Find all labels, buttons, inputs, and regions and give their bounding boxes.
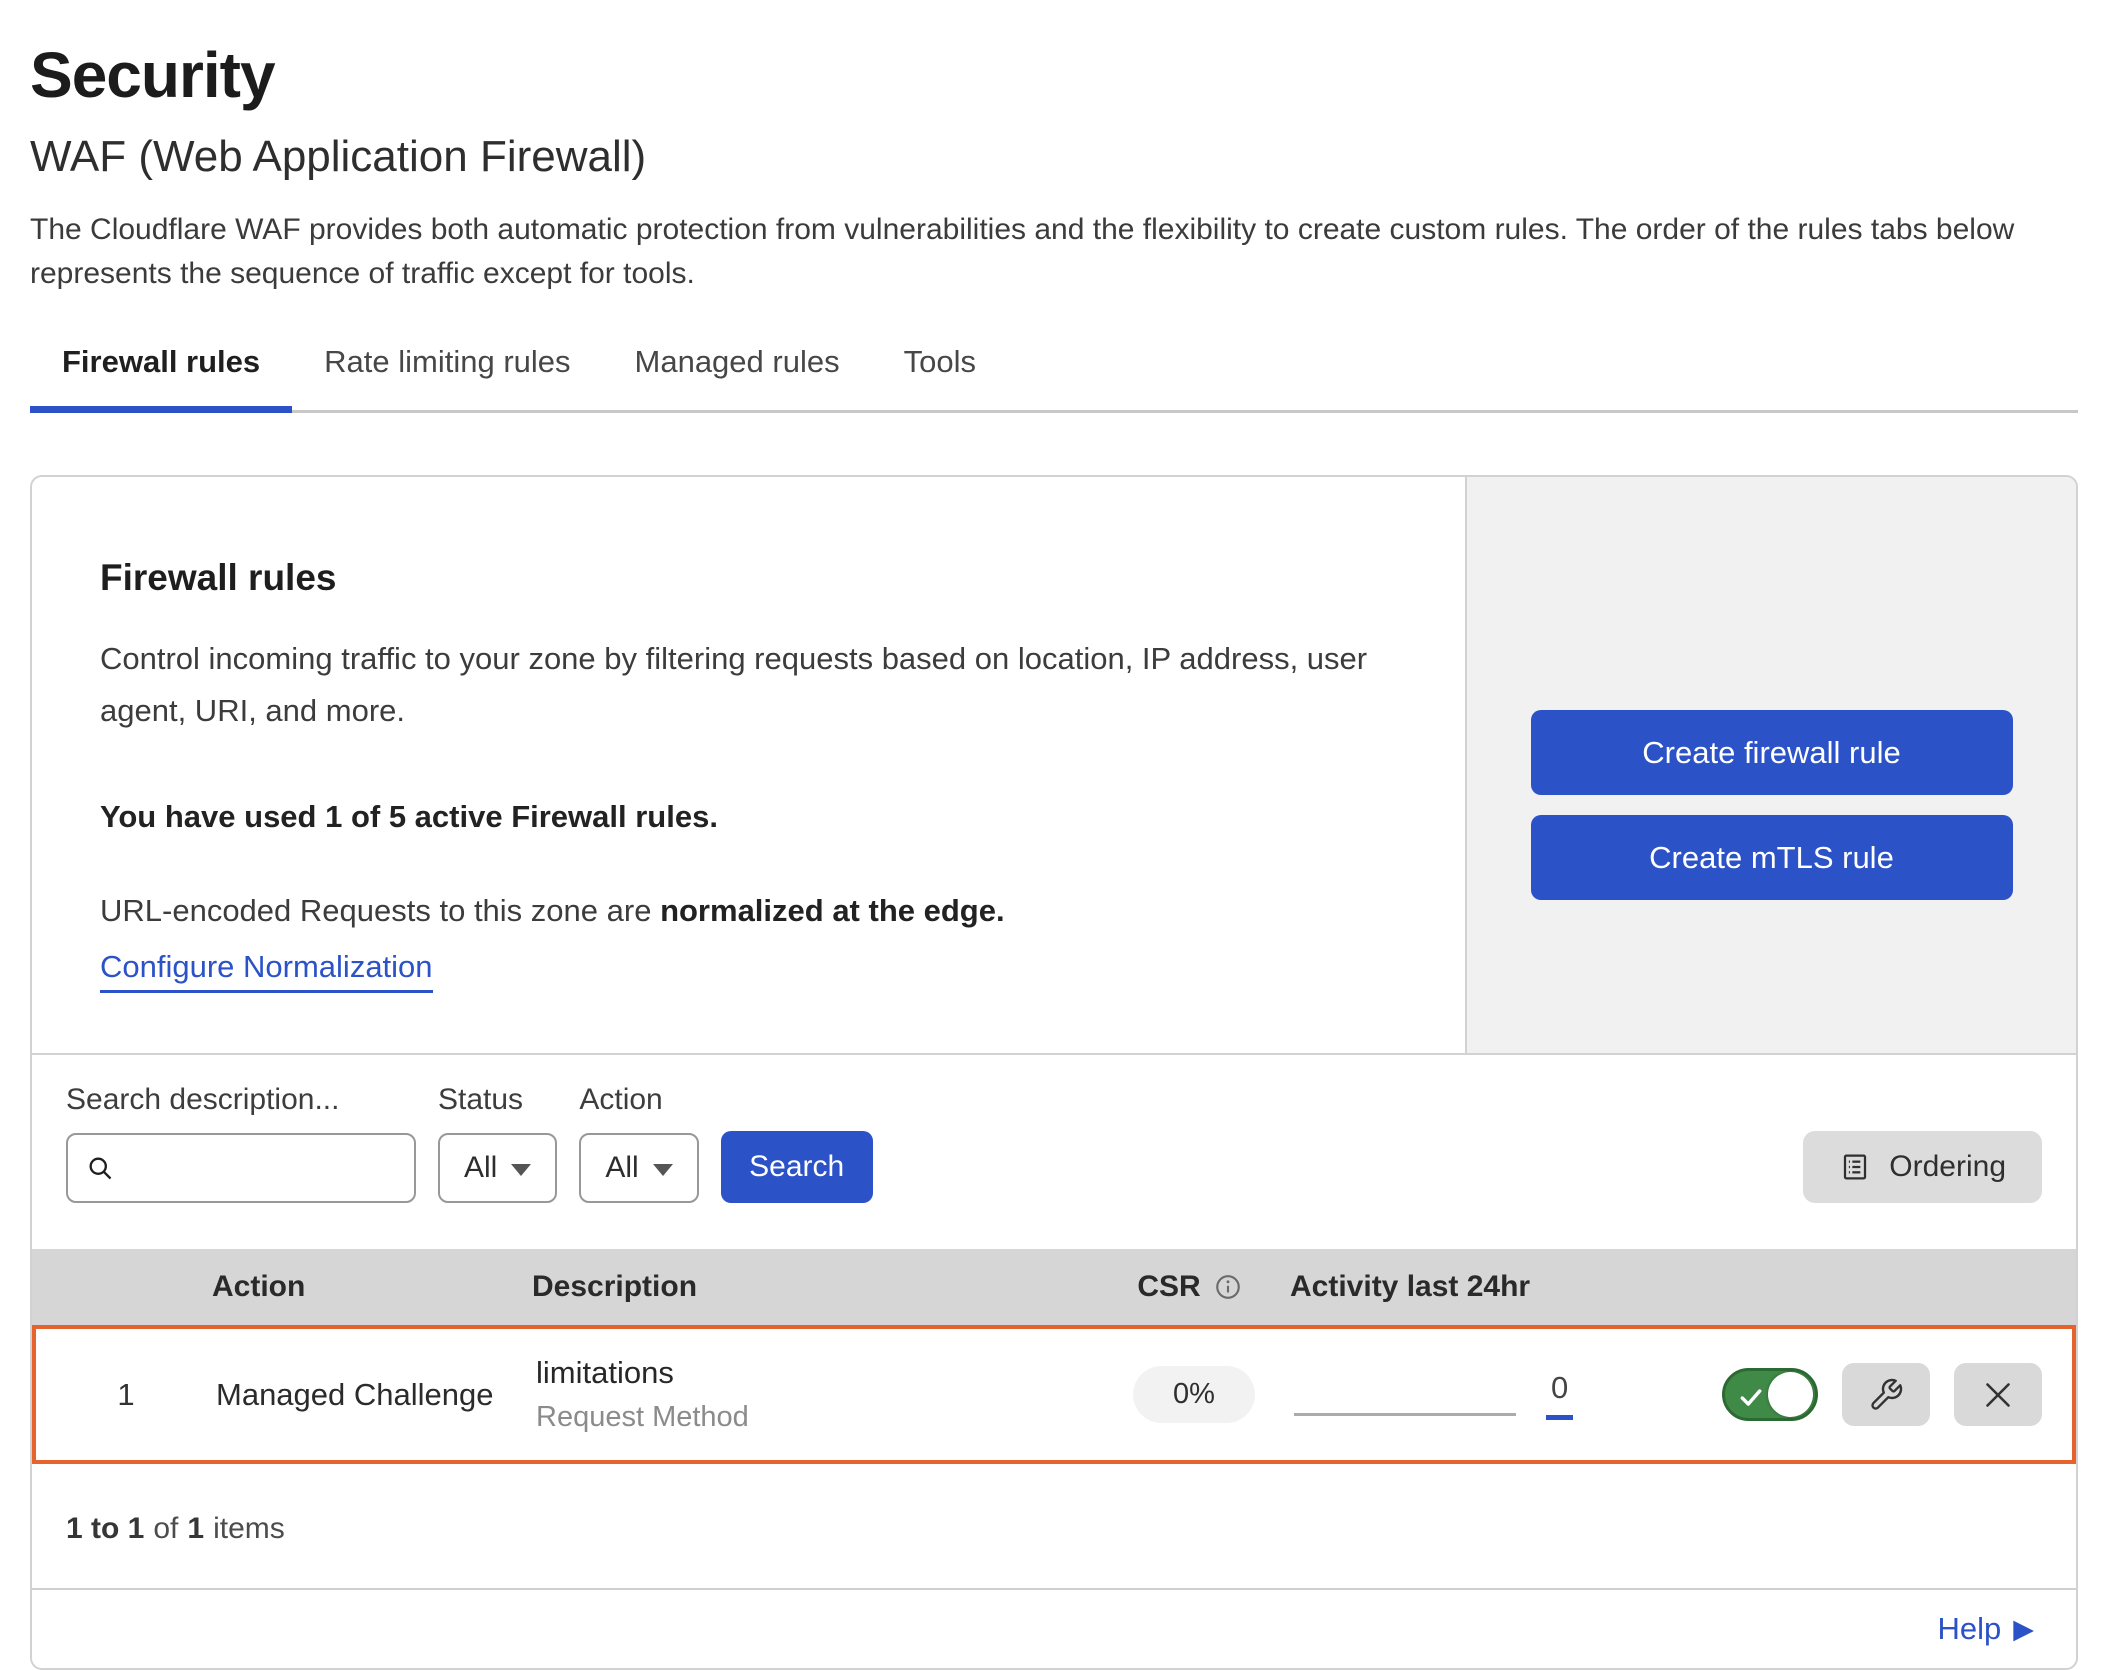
edit-rule-button[interactable] [1842, 1363, 1930, 1426]
wrench-icon [1868, 1377, 1904, 1413]
chevron-down-icon [511, 1164, 531, 1176]
csr-badge: 0% [1133, 1366, 1255, 1423]
rule-action: Managed Challenge [216, 1377, 536, 1413]
normalization-note: URL-encoded Requests to this zone are no… [100, 893, 1401, 929]
items-word: items [213, 1512, 285, 1545]
help-row: Help ▶ [32, 1588, 2076, 1668]
rule-priority: 1 [36, 1377, 216, 1413]
firewall-rules-info: Firewall rules Control incoming traffic … [32, 477, 1465, 1053]
rule-enabled-toggle[interactable] [1722, 1368, 1818, 1421]
status-field: Status All [438, 1083, 557, 1203]
create-firewall-rule-button[interactable]: Create firewall rule [1531, 710, 2013, 795]
ordering-button[interactable]: Ordering [1803, 1131, 2042, 1203]
panel-description: Control incoming traffic to your zone by… [100, 633, 1401, 737]
column-header-activity: Activity last 24hr [1290, 1270, 1670, 1304]
action-label: Action [579, 1083, 698, 1117]
rule-controls [1674, 1363, 2072, 1426]
items-range: 1 to 1 [66, 1512, 144, 1545]
column-header-description: Description [532, 1270, 1090, 1304]
chevron-down-icon [653, 1164, 673, 1176]
normalization-bold: normalized at the edge. [660, 893, 1005, 928]
activity-sparkline [1294, 1413, 1516, 1416]
items-total: 1 [187, 1512, 204, 1545]
rule-activity-cell: 0 [1294, 1370, 1674, 1420]
items-summary: 1 to 1 of 1 items [32, 1464, 2076, 1588]
triangle-right-icon: ▶ [2013, 1614, 2034, 1645]
help-link[interactable]: Help ▶ [1937, 1611, 2034, 1647]
filter-row: Search description... Status All [32, 1055, 2076, 1249]
rule-description-cell: limitations Request Method [536, 1355, 1094, 1434]
normalization-text: URL-encoded Requests to this zone are [100, 893, 651, 928]
card-top-section: Firewall rules Control incoming traffic … [32, 477, 2076, 1055]
filter-fields: Search description... Status All [66, 1083, 873, 1203]
action-field: Action All [579, 1083, 698, 1203]
tab-rate-limiting-rules[interactable]: Rate limiting rules [292, 344, 602, 413]
firewall-rules-card: Firewall rules Control incoming traffic … [30, 475, 2078, 1670]
page-title: Security [30, 38, 2078, 112]
search-input[interactable] [124, 1138, 394, 1198]
rule-description: limitations [536, 1355, 1094, 1391]
column-header-action: Action [212, 1270, 532, 1304]
waf-tab-bar: Firewall rules Rate limiting rules Manag… [30, 344, 2078, 413]
search-label: Search description... [66, 1083, 416, 1117]
configure-normalization-link[interactable]: Configure Normalization [100, 949, 433, 993]
close-icon [1980, 1377, 2016, 1413]
tab-firewall-rules[interactable]: Firewall rules [30, 344, 292, 413]
search-button[interactable]: Search [721, 1131, 873, 1203]
panel-heading: Firewall rules [100, 557, 1401, 599]
table-row[interactable]: 1 Managed Challenge limitations Request … [32, 1325, 2076, 1464]
status-select[interactable]: All [438, 1133, 557, 1203]
rule-match-field: Request Method [536, 1401, 1094, 1434]
table-header: Action Description CSR Activity last 24h… [32, 1249, 2076, 1325]
help-label: Help [1937, 1611, 2001, 1647]
search-box [66, 1133, 416, 1203]
action-select[interactable]: All [579, 1133, 698, 1203]
actions-panel: Create firewall rule Create mTLS rule [1465, 477, 2076, 1053]
tab-tools[interactable]: Tools [872, 344, 1008, 413]
create-mtls-rule-button[interactable]: Create mTLS rule [1531, 815, 2013, 900]
toggle-knob [1768, 1372, 1813, 1417]
tab-managed-rules[interactable]: Managed rules [603, 344, 872, 413]
status-label: Status [438, 1083, 557, 1117]
status-value: All [464, 1151, 497, 1185]
action-value: All [605, 1151, 638, 1185]
search-field: Search description... [66, 1083, 416, 1203]
column-header-csr: CSR [1090, 1270, 1290, 1304]
csr-header-label: CSR [1137, 1270, 1200, 1304]
rule-csr-cell: 0% [1094, 1366, 1294, 1423]
delete-rule-button[interactable] [1954, 1363, 2042, 1426]
activity-count-link[interactable]: 0 [1546, 1370, 1573, 1420]
page-intro: The Cloudflare WAF provides both automat… [30, 208, 2078, 296]
check-icon [1738, 1384, 1764, 1410]
search-icon [86, 1154, 114, 1182]
info-icon[interactable] [1213, 1272, 1243, 1302]
list-document-icon [1839, 1151, 1871, 1183]
ordering-button-label: Ordering [1889, 1150, 2006, 1184]
security-waf-page: Security WAF (Web Application Firewall) … [0, 0, 2114, 1670]
usage-summary: You have used 1 of 5 active Firewall rul… [100, 799, 1401, 835]
items-of: of [153, 1512, 178, 1545]
page-subtitle: WAF (Web Application Firewall) [30, 132, 2078, 182]
